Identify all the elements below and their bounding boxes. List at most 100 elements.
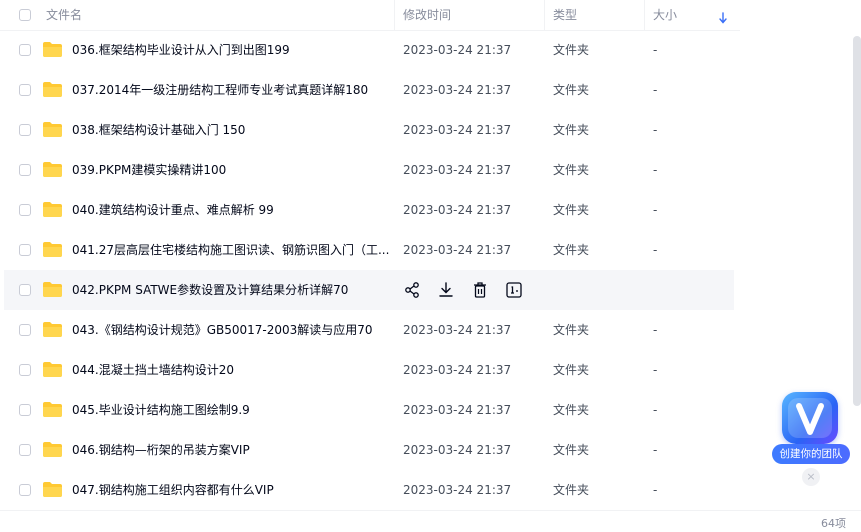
- file-type: 文件夹: [553, 403, 590, 417]
- file-size: -: [653, 83, 658, 97]
- folder-icon: [42, 241, 63, 258]
- file-size: -: [653, 363, 658, 377]
- file-row[interactable]: 044.混凝土挡土墙结构设计20 2023-03-24 21:37 文件夹 -: [4, 350, 734, 390]
- file-row[interactable]: 047.钢结构施工组织内容都有什么VIP 2023-03-24 21:37 文件夹 -: [4, 470, 734, 510]
- file-row[interactable]: 041.27层高层住宅楼结构施工图识读、钢筋识图入门（工... 2023-03-2…: [4, 230, 734, 270]
- row-checkbox[interactable]: [19, 404, 31, 416]
- file-name[interactable]: 047.钢结构施工组织内容都有什么VIP: [72, 470, 274, 510]
- file-name[interactable]: 043.《钢结构设计规范》GB50017-2003解读与应用70: [72, 310, 373, 350]
- rename-icon[interactable]: [504, 280, 524, 300]
- file-row[interactable]: 037.2014年一级注册结构工程师专业考试真题详解180 2023-03-24 …: [4, 70, 734, 110]
- row-checkbox[interactable]: [19, 44, 31, 56]
- file-name[interactable]: 045.毕业设计结构施工图绘制9.9: [72, 390, 250, 430]
- download-icon[interactable]: [436, 280, 456, 300]
- folder-icon: [42, 41, 63, 58]
- file-type: 文件夹: [553, 43, 590, 57]
- file-row[interactable]: 046.钢结构—桁架的吊装方案VIP 2023-03-24 21:37 文件夹 -: [4, 430, 734, 470]
- folder-icon: [42, 441, 63, 458]
- folder-icon: [42, 361, 63, 378]
- file-name[interactable]: 040.建筑结构设计重点、难点解析 99: [72, 190, 274, 230]
- sort-desc-icon[interactable]: [718, 9, 728, 24]
- file-type: 文件夹: [553, 163, 590, 177]
- file-name[interactable]: 046.钢结构—桁架的吊装方案VIP: [72, 430, 250, 470]
- select-all-checkbox[interactable]: [19, 9, 31, 21]
- folder-icon: [42, 81, 63, 98]
- row-checkbox[interactable]: [19, 124, 31, 136]
- row-checkbox[interactable]: [19, 244, 31, 256]
- row-checkbox[interactable]: [19, 324, 31, 336]
- file-mtime: 2023-03-24 21:37: [403, 203, 512, 217]
- file-row[interactable]: 038.框架结构设计基础入门 150 2023-03-24 21:37 文件夹 -: [4, 110, 734, 150]
- vertical-scrollbar[interactable]: [853, 36, 861, 406]
- column-size-header[interactable]: 大小: [653, 0, 677, 30]
- file-row[interactable]: 039.PKPM建模实操精讲100 2023-03-24 21:37 文件夹 -: [4, 150, 734, 190]
- file-row[interactable]: 042.PKPM SATWE参数设置及计算结果分析详解70: [4, 270, 734, 310]
- file-size: -: [653, 443, 658, 457]
- file-type: 文件夹: [553, 123, 590, 137]
- column-divider[interactable]: [394, 0, 395, 30]
- file-name[interactable]: 037.2014年一级注册结构工程师专业考试真题详解180: [72, 70, 368, 110]
- file-row[interactable]: 040.建筑结构设计重点、难点解析 99 2023-03-24 21:37 文件夹 -: [4, 190, 734, 230]
- file-size: -: [653, 123, 658, 137]
- row-checkbox[interactable]: [19, 164, 31, 176]
- team-logo-icon: [782, 392, 838, 444]
- folder-icon: [42, 401, 63, 418]
- create-team-widget[interactable]: 创建你的团队: [772, 392, 852, 466]
- create-team-label[interactable]: 创建你的团队: [772, 444, 850, 464]
- close-widget-icon[interactable]: ×: [802, 468, 820, 486]
- item-count: 64项: [821, 517, 846, 530]
- file-type: 文件夹: [553, 443, 590, 457]
- file-mtime: 2023-03-24 21:37: [403, 243, 512, 257]
- file-row[interactable]: 043.《钢结构设计规范》GB50017-2003解读与应用70 2023-03-…: [4, 310, 734, 350]
- folder-icon: [42, 121, 63, 138]
- file-type: 文件夹: [553, 323, 590, 337]
- file-mtime: 2023-03-24 21:37: [403, 83, 512, 97]
- file-type: 文件夹: [553, 363, 590, 377]
- file-row[interactable]: 045.毕业设计结构施工图绘制9.9 2023-03-24 21:37 文件夹 -: [4, 390, 734, 430]
- column-divider[interactable]: [644, 0, 645, 30]
- file-type: 文件夹: [553, 83, 590, 97]
- delete-icon[interactable]: [470, 280, 490, 300]
- column-mtime-header[interactable]: 修改时间: [403, 0, 451, 30]
- row-checkbox[interactable]: [19, 84, 31, 96]
- file-size: -: [653, 243, 658, 257]
- folder-icon: [42, 201, 63, 218]
- folder-icon: [42, 161, 63, 178]
- file-type: 文件夹: [553, 203, 590, 217]
- file-name[interactable]: 041.27层高层住宅楼结构施工图识读、钢筋识图入门（工...: [72, 230, 389, 270]
- file-mtime: 2023-03-24 21:37: [403, 43, 512, 57]
- file-size: -: [653, 483, 658, 497]
- column-type-header[interactable]: 类型: [553, 0, 577, 30]
- row-checkbox[interactable]: [19, 484, 31, 496]
- file-size: -: [653, 323, 658, 337]
- file-mtime: 2023-03-24 21:37: [403, 483, 512, 497]
- file-size: -: [653, 43, 658, 57]
- row-checkbox[interactable]: [19, 284, 31, 296]
- file-name[interactable]: 044.混凝土挡土墙结构设计20: [72, 350, 234, 390]
- file-type: 文件夹: [553, 483, 590, 497]
- file-mtime: 2023-03-24 21:37: [403, 323, 512, 337]
- file-type: 文件夹: [553, 243, 590, 257]
- file-size: -: [653, 403, 658, 417]
- file-row[interactable]: 036.框架结构毕业设计从入门到出图199 2023-03-24 21:37 文件夹…: [4, 30, 734, 70]
- share-icon[interactable]: [402, 280, 422, 300]
- file-mtime: 2023-03-24 21:37: [403, 403, 512, 417]
- file-name[interactable]: 036.框架结构毕业设计从入门到出图199: [72, 30, 290, 70]
- file-mtime: 2023-03-24 21:37: [403, 163, 512, 177]
- footer-divider: [0, 510, 861, 511]
- file-size: -: [653, 203, 658, 217]
- file-name[interactable]: 039.PKPM建模实操精讲100: [72, 150, 226, 190]
- file-mtime: 2023-03-24 21:37: [403, 363, 512, 377]
- file-name[interactable]: 038.框架结构设计基础入门 150: [72, 110, 245, 150]
- file-name[interactable]: 042.PKPM SATWE参数设置及计算结果分析详解70: [72, 270, 348, 310]
- column-name-header[interactable]: 文件名: [46, 0, 82, 30]
- file-mtime: 2023-03-24 21:37: [403, 443, 512, 457]
- file-size: -: [653, 163, 658, 177]
- row-checkbox[interactable]: [19, 204, 31, 216]
- folder-icon: [42, 321, 63, 338]
- folder-icon: [42, 281, 63, 298]
- row-checkbox[interactable]: [19, 444, 31, 456]
- column-divider[interactable]: [544, 0, 545, 30]
- file-list-header: 文件名 修改时间 类型 大小: [0, 0, 740, 31]
- row-checkbox[interactable]: [19, 364, 31, 376]
